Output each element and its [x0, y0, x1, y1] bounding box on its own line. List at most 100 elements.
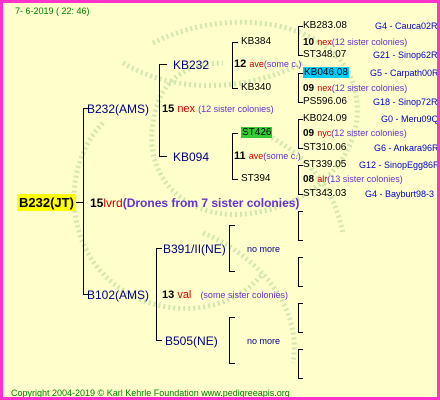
ss-branch-top: [229, 317, 235, 318]
dd-gen-num: 12: [234, 58, 247, 70]
dds-generation: 09 nex(12 sister colonies): [303, 83, 407, 94]
root-branch-line: [83, 108, 84, 294]
dss-gen-code[interactable]: alr: [317, 174, 327, 184]
ds-branch-bottom: [232, 179, 238, 180]
dam-branch-top: [159, 64, 167, 65]
sire-name[interactable]: B102(AMS): [87, 289, 149, 301]
leaf-bracket-7: [298, 303, 299, 332]
print-date: 7- 6-2019 ( 22: 46): [15, 6, 90, 16]
ds-branch-line: [232, 133, 233, 179]
ddd-name[interactable]: KB384: [241, 37, 271, 47]
sire-gen-num: 13: [162, 289, 175, 301]
dsd-generation: 09 nyc(12 sister colonies): [303, 128, 407, 139]
dss-gen-num: 08: [303, 174, 315, 185]
leaf-bracket-6-bottom: [298, 286, 303, 287]
sd-branch-bottom: [229, 271, 235, 272]
ddd-gen-code[interactable]: nex: [317, 37, 332, 47]
leaf-8-name[interactable]: ST343.03: [303, 189, 346, 199]
ds-name[interactable]: KB094: [173, 151, 209, 163]
leaf-bracket-8-top: [298, 349, 303, 350]
dd-branch-top: [232, 42, 238, 43]
dd-gen-desc[interactable]: (some c.): [264, 59, 302, 69]
leaf-bracket-5-top: [298, 211, 303, 212]
leaf-bracket-5-bottom: [298, 240, 303, 241]
root-gen-code[interactable]: lvrd: [103, 196, 122, 210]
pedigree-frame: 7- 6-2019 ( 22: 46) B232(JT) 15lvrd(Dron…: [0, 0, 440, 400]
dsd-gen-code[interactable]: nyc: [317, 128, 331, 138]
dam-generation: 15 nex (12 sister colonies): [162, 104, 274, 115]
dsd-gen-num: 09: [303, 128, 315, 139]
dd-name[interactable]: KB232: [173, 59, 209, 71]
dss-generation: 08 alr(13 sister colonies): [303, 174, 403, 185]
root-node[interactable]: B232(JT): [17, 194, 76, 211]
root-generation: 15lvrd(Drones from 7 sister colonies): [90, 197, 299, 209]
ds-generation: 11 ave(some c.): [234, 151, 301, 162]
ddd-gen-num: 10: [303, 37, 315, 48]
root-gen-desc[interactable]: (Drones from 7 sister colonies): [123, 196, 300, 210]
leaf-5-info: G0 - Meru09Q: [381, 114, 439, 124]
dam-branch-line: [159, 64, 160, 156]
sd-name[interactable]: B391/II(NE): [163, 243, 226, 255]
sd-branch-line: [229, 225, 230, 271]
dds-gen-num: 09: [303, 83, 315, 94]
dam-gen-desc[interactable]: (12 sister colonies): [198, 104, 274, 114]
sire-generation: 13 val (some sister colonies): [162, 290, 288, 301]
leaf-5-name[interactable]: KB024.09: [303, 114, 347, 124]
leaf-6-info: G6 - Ankara96R: [374, 143, 439, 153]
root-name[interactable]: B232(JT): [17, 194, 76, 211]
leaf-2-info: G21 - Sinop62R: [373, 50, 438, 60]
root-gen-num: 15: [90, 196, 104, 210]
leaf-bracket-7-top: [298, 303, 303, 304]
dd-branch-bottom: [232, 88, 238, 89]
sd-branch-top: [229, 225, 235, 226]
dsd-name-label[interactable]: ST426: [241, 127, 273, 138]
ddd-generation: 10 nex(12 sister colonies): [303, 37, 407, 48]
dd-branch-line: [232, 42, 233, 88]
leaf-3-name[interactable]: KB046.08: [303, 67, 349, 78]
dss-gen-desc[interactable]: (13 sister colonies): [327, 174, 403, 184]
sire-branch-line: [156, 248, 157, 340]
ss-name[interactable]: B505(NE): [165, 335, 218, 347]
dss-name[interactable]: ST394: [241, 174, 270, 184]
leaf-3-info: G5 - Carpath00R: [370, 68, 439, 78]
ss-branch-line: [229, 317, 230, 363]
ds-gen-num: 11: [234, 150, 246, 162]
dam-branch-bottom: [159, 156, 167, 157]
leaf-bracket-6-top: [298, 257, 303, 258]
dam-name[interactable]: B232(AMS): [87, 103, 149, 115]
dsd-name[interactable]: ST426: [241, 127, 273, 138]
dd-gen-code[interactable]: ave: [249, 59, 264, 69]
sire-branch-bottom: [156, 340, 162, 341]
leaf-4-name[interactable]: PS596.06: [303, 97, 347, 107]
leaf-bracket-8-bottom: [298, 378, 303, 379]
dd-generation: 12 ave(some c.): [234, 59, 301, 70]
sire-gen-code[interactable]: val: [177, 289, 191, 301]
ds-gen-code[interactable]: ave: [249, 151, 264, 161]
dsd-gen-desc[interactable]: (12 sister colonies): [331, 128, 407, 138]
leaf-3-name-label[interactable]: KB046.08: [303, 67, 349, 78]
leaf-2-name[interactable]: ST348.07: [303, 50, 346, 60]
dam-gen-code[interactable]: nex: [177, 103, 195, 115]
ds-branch-top: [232, 133, 238, 134]
leaf-1-name[interactable]: KB283.08: [303, 21, 347, 31]
sire-gen-desc[interactable]: (some sister colonies): [200, 290, 288, 300]
leaf-bracket-1: [298, 26, 299, 55]
dds-gen-code[interactable]: nex: [317, 83, 332, 93]
leaf-8-info: G4 - Bayburt98-3: [365, 189, 435, 199]
leaf-6-name[interactable]: ST310.06: [303, 143, 346, 153]
ss-no-more: no more: [247, 336, 281, 346]
ss-branch-bottom: [229, 363, 235, 364]
dds-gen-desc[interactable]: (12 sister colonies): [332, 83, 408, 93]
leaf-bracket-8: [298, 349, 299, 378]
ddd-gen-desc[interactable]: (12 sister colonies): [332, 37, 408, 47]
leaf-7-info: G12 - SinopEgg86R: [359, 160, 440, 170]
dam-gen-num: 15: [162, 103, 175, 115]
dds-name[interactable]: KB340: [241, 83, 271, 93]
leaf-bracket-5: [298, 211, 299, 240]
copyright-footer: Copyright 2004-2019 © Karl Kehrle Founda…: [11, 388, 290, 398]
leaf-4-info: G18 - Sinop72R: [373, 97, 438, 107]
leaf-7-name[interactable]: ST339.05: [303, 160, 346, 170]
leaf-bracket-4: [298, 165, 299, 194]
ds-gen-desc[interactable]: (some c.): [263, 151, 301, 161]
leaf-bracket-3: [298, 119, 299, 148]
